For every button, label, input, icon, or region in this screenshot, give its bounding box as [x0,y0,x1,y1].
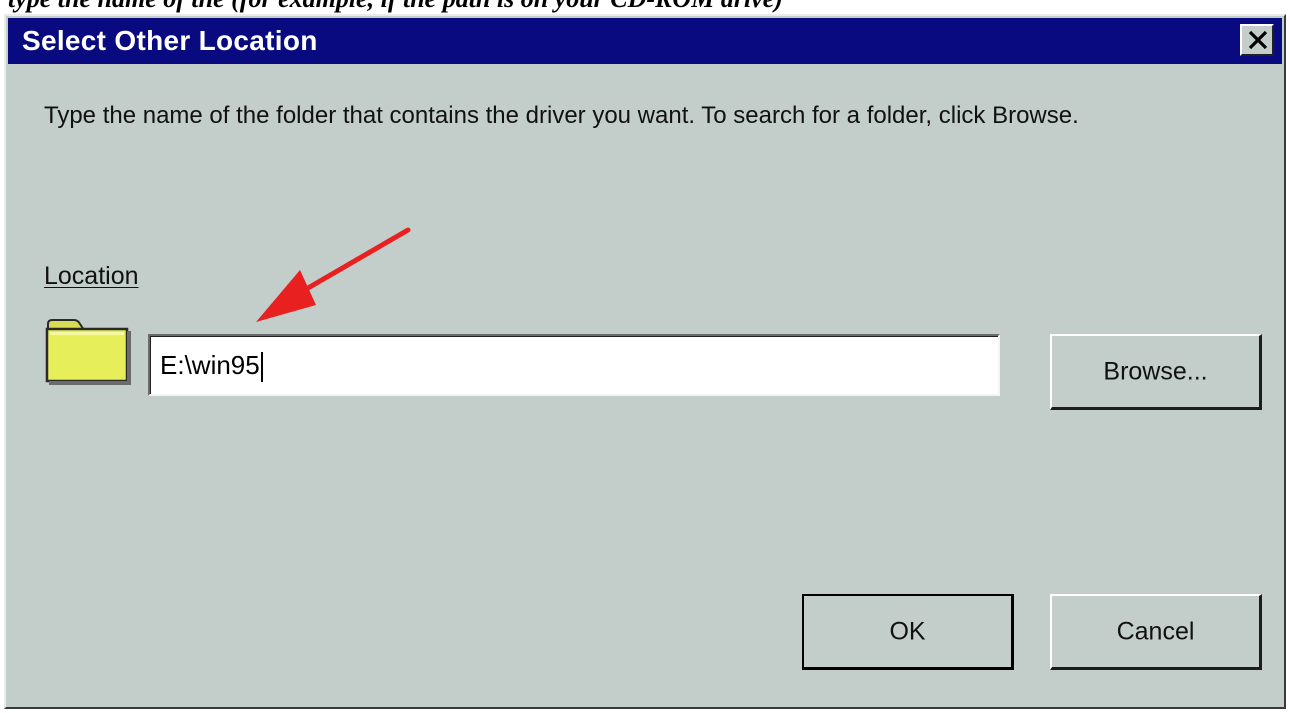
ok-button[interactable]: OK [802,594,1014,670]
document-caption-strip: type the name of the (for example, if th… [0,0,1290,14]
browse-button-label: Browse... [1103,357,1208,385]
location-label-text: Location [44,262,139,290]
dialog-title: Select Other Location [22,25,318,56]
browse-button[interactable]: Browse... [1050,334,1262,410]
folder-icon [45,319,131,385]
cancel-button-label: Cancel [1116,617,1195,645]
cancel-button[interactable]: Cancel [1050,594,1262,670]
close-button[interactable] [1240,24,1274,56]
dialog-titlebar: Select Other Location [8,18,1282,64]
location-value-text: E:\win95 [160,350,260,380]
location-input-value: E:\win95 [160,348,263,383]
location-input[interactable]: E:\win95 [148,334,1000,396]
location-label: Location [44,261,139,291]
text-caret [260,352,263,383]
close-icon [1248,31,1268,49]
select-location-dialog: Select Other Location Type the name of t… [4,14,1286,709]
ok-button-label: OK [889,617,926,645]
instructions-text: Type the name of the folder that contain… [44,102,1079,129]
caption-text: type the name of the (for example, if th… [8,0,783,14]
